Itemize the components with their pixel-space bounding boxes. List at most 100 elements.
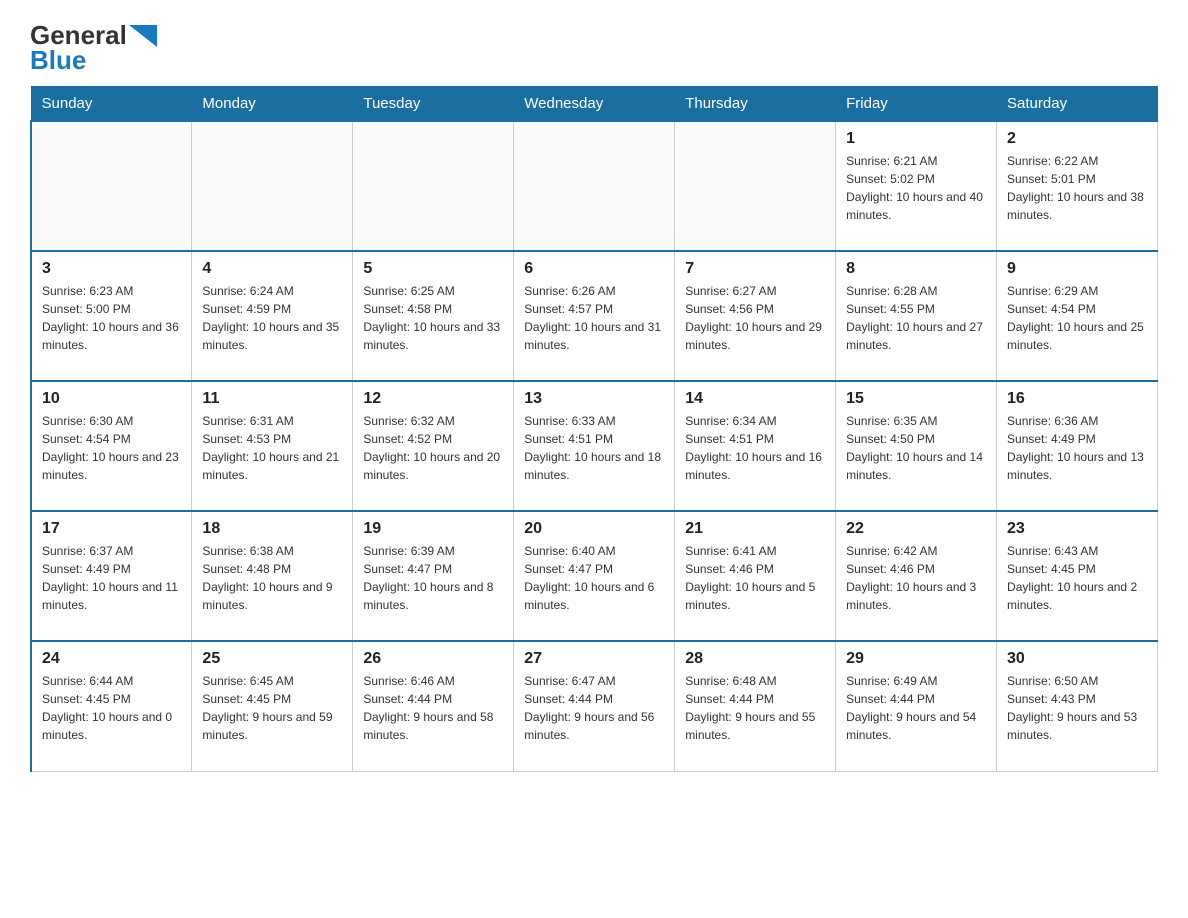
day-cell: 25Sunrise: 6:45 AM Sunset: 4:45 PM Dayli… xyxy=(192,641,353,771)
day-info: Sunrise: 6:27 AM Sunset: 4:56 PM Dayligh… xyxy=(685,284,822,352)
week-row-5: 24Sunrise: 6:44 AM Sunset: 4:45 PM Dayli… xyxy=(31,641,1158,771)
day-info: Sunrise: 6:43 AM Sunset: 4:45 PM Dayligh… xyxy=(1007,544,1137,612)
day-cell: 14Sunrise: 6:34 AM Sunset: 4:51 PM Dayli… xyxy=(675,381,836,511)
day-info: Sunrise: 6:33 AM Sunset: 4:51 PM Dayligh… xyxy=(524,414,661,482)
day-cell xyxy=(192,121,353,251)
day-cell: 18 Sunrise: 6:38 AM Sunset: 4:48 PM Dayli… xyxy=(192,511,353,641)
day-info: Sunrise: 6:32 AM Sunset: 4:52 PM Dayligh… xyxy=(363,414,500,482)
header-thursday: Thursday xyxy=(675,87,836,122)
logo: General Blue xyxy=(30,20,157,76)
day-cell: 27 Sunrise: 6:47 AM Sunset: 4:44 PM Dayli… xyxy=(514,641,675,771)
day-cell: 9 Sunrise: 6:29 AM Sunset: 4:54 PM Daylig… xyxy=(997,251,1158,381)
week-row-3: 10 Sunrise: 6:30 AM Sunset: 4:54 PM Dayli… xyxy=(31,381,1158,511)
day-info: Sunrise: 6:37 AM Sunset: 4:49 PM Dayligh… xyxy=(42,544,178,612)
day-info: Sunrise: 6:40 AM Sunset: 4:47 PM Dayligh… xyxy=(524,544,654,612)
day-number: 16 xyxy=(1007,390,1147,408)
day-info: Sunrise: 6:44 AM Sunset: 4:45 PM Dayligh… xyxy=(42,674,172,742)
day-number: 21 xyxy=(685,520,825,538)
day-number: 23 xyxy=(1007,520,1147,538)
day-cell: 1 Sunrise: 6:21 AM Sunset: 5:02 PM Daylig… xyxy=(836,121,997,251)
day-cell: 29 Sunrise: 6:49 AM Sunset: 4:44 PM Dayli… xyxy=(836,641,997,771)
day-cell: 21 Sunrise: 6:41 AM Sunset: 4:46 PM Dayli… xyxy=(675,511,836,641)
day-info: Sunrise: 6:31 AM Sunset: 4:53 PM Dayligh… xyxy=(202,414,339,482)
header-saturday: Saturday xyxy=(997,87,1158,122)
day-info: Sunrise: 6:30 AM Sunset: 4:54 PM Dayligh… xyxy=(42,414,179,482)
day-info: Sunrise: 6:26 AM Sunset: 4:57 PM Dayligh… xyxy=(524,284,661,352)
day-info: Sunrise: 6:34 AM Sunset: 4:51 PM Dayligh… xyxy=(685,414,822,482)
day-cell: 30 Sunrise: 6:50 AM Sunset: 4:43 PM Dayli… xyxy=(997,641,1158,771)
day-cell: 6 Sunrise: 6:26 AM Sunset: 4:57 PM Daylig… xyxy=(514,251,675,381)
day-number: 26 xyxy=(363,650,503,668)
calendar-header-row: SundayMondayTuesdayWednesdayThursdayFrid… xyxy=(31,87,1158,122)
logo-text: General Blue xyxy=(30,20,157,76)
header-friday: Friday xyxy=(836,87,997,122)
week-row-2: 3 Sunrise: 6:23 AM Sunset: 5:00 PM Daylig… xyxy=(31,251,1158,381)
day-info: Sunrise: 6:47 AM Sunset: 4:44 PM Dayligh… xyxy=(524,674,654,742)
day-number: 30 xyxy=(1007,650,1147,668)
day-cell xyxy=(31,121,192,251)
day-cell: 2Sunrise: 6:22 AM Sunset: 5:01 PM Daylig… xyxy=(997,121,1158,251)
day-info: Sunrise: 6:50 AM Sunset: 4:43 PM Dayligh… xyxy=(1007,674,1137,742)
day-number: 29 xyxy=(846,650,986,668)
day-info: Sunrise: 6:46 AM Sunset: 4:44 PM Dayligh… xyxy=(363,674,493,742)
header-sunday: Sunday xyxy=(31,87,192,122)
day-info: Sunrise: 6:35 AM Sunset: 4:50 PM Dayligh… xyxy=(846,414,983,482)
day-number: 9 xyxy=(1007,260,1147,278)
day-number: 4 xyxy=(202,260,342,278)
day-info: Sunrise: 6:38 AM Sunset: 4:48 PM Dayligh… xyxy=(202,544,332,612)
day-info: Sunrise: 6:24 AM Sunset: 4:59 PM Dayligh… xyxy=(202,284,339,352)
day-cell: 23 Sunrise: 6:43 AM Sunset: 4:45 PM Dayli… xyxy=(997,511,1158,641)
header-tuesday: Tuesday xyxy=(353,87,514,122)
day-cell: 5 Sunrise: 6:25 AM Sunset: 4:58 PM Daylig… xyxy=(353,251,514,381)
day-cell: 13 Sunrise: 6:33 AM Sunset: 4:51 PM Dayli… xyxy=(514,381,675,511)
day-number: 27 xyxy=(524,650,664,668)
day-number: 19 xyxy=(363,520,503,538)
day-number: 3 xyxy=(42,260,181,278)
day-info: Sunrise: 6:49 AM Sunset: 4:44 PM Dayligh… xyxy=(846,674,976,742)
logo-triangle-icon xyxy=(129,25,157,47)
day-info: Sunrise: 6:36 AM Sunset: 4:49 PM Dayligh… xyxy=(1007,414,1144,482)
day-info: Sunrise: 6:39 AM Sunset: 4:47 PM Dayligh… xyxy=(363,544,493,612)
day-cell xyxy=(353,121,514,251)
day-cell: 4 Sunrise: 6:24 AM Sunset: 4:59 PM Daylig… xyxy=(192,251,353,381)
day-cell: 26 Sunrise: 6:46 AM Sunset: 4:44 PM Dayli… xyxy=(353,641,514,771)
day-cell: 17Sunrise: 6:37 AM Sunset: 4:49 PM Dayli… xyxy=(31,511,192,641)
day-number: 5 xyxy=(363,260,503,278)
day-number: 2 xyxy=(1007,130,1147,148)
day-cell: 12 Sunrise: 6:32 AM Sunset: 4:52 PM Dayli… xyxy=(353,381,514,511)
day-cell: 15 Sunrise: 6:35 AM Sunset: 4:50 PM Dayli… xyxy=(836,381,997,511)
day-info: Sunrise: 6:29 AM Sunset: 4:54 PM Dayligh… xyxy=(1007,284,1144,352)
day-info: Sunrise: 6:21 AM Sunset: 5:02 PM Dayligh… xyxy=(846,154,983,222)
day-cell: 19 Sunrise: 6:39 AM Sunset: 4:47 PM Dayli… xyxy=(353,511,514,641)
header-monday: Monday xyxy=(192,87,353,122)
day-number: 1 xyxy=(846,130,986,148)
page-header: General Blue xyxy=(30,20,1158,76)
day-cell: 16 Sunrise: 6:36 AM Sunset: 4:49 PM Dayli… xyxy=(997,381,1158,511)
day-cell: 22 Sunrise: 6:42 AM Sunset: 4:46 PM Dayli… xyxy=(836,511,997,641)
day-cell: 28 Sunrise: 6:48 AM Sunset: 4:44 PM Dayli… xyxy=(675,641,836,771)
day-info: Sunrise: 6:42 AM Sunset: 4:46 PM Dayligh… xyxy=(846,544,976,612)
day-number: 18 xyxy=(202,520,342,538)
day-cell: 7 Sunrise: 6:27 AM Sunset: 4:56 PM Daylig… xyxy=(675,251,836,381)
day-cell xyxy=(514,121,675,251)
day-number: 10 xyxy=(42,390,181,408)
day-number: 22 xyxy=(846,520,986,538)
day-number: 12 xyxy=(363,390,503,408)
day-info: Sunrise: 6:23 AM Sunset: 5:00 PM Dayligh… xyxy=(42,284,179,352)
day-cell xyxy=(675,121,836,251)
day-number: 6 xyxy=(524,260,664,278)
header-wednesday: Wednesday xyxy=(514,87,675,122)
day-info: Sunrise: 6:25 AM Sunset: 4:58 PM Dayligh… xyxy=(363,284,500,352)
day-number: 15 xyxy=(846,390,986,408)
day-number: 13 xyxy=(524,390,664,408)
day-info: Sunrise: 6:41 AM Sunset: 4:46 PM Dayligh… xyxy=(685,544,815,612)
day-number: 11 xyxy=(202,390,342,408)
day-info: Sunrise: 6:45 AM Sunset: 4:45 PM Dayligh… xyxy=(202,674,332,742)
logo-blue: Blue xyxy=(30,45,86,76)
day-number: 28 xyxy=(685,650,825,668)
day-cell: 20Sunrise: 6:40 AM Sunset: 4:47 PM Dayli… xyxy=(514,511,675,641)
day-info: Sunrise: 6:48 AM Sunset: 4:44 PM Dayligh… xyxy=(685,674,815,742)
day-number: 7 xyxy=(685,260,825,278)
week-row-4: 17Sunrise: 6:37 AM Sunset: 4:49 PM Dayli… xyxy=(31,511,1158,641)
week-row-1: 1 Sunrise: 6:21 AM Sunset: 5:02 PM Daylig… xyxy=(31,121,1158,251)
